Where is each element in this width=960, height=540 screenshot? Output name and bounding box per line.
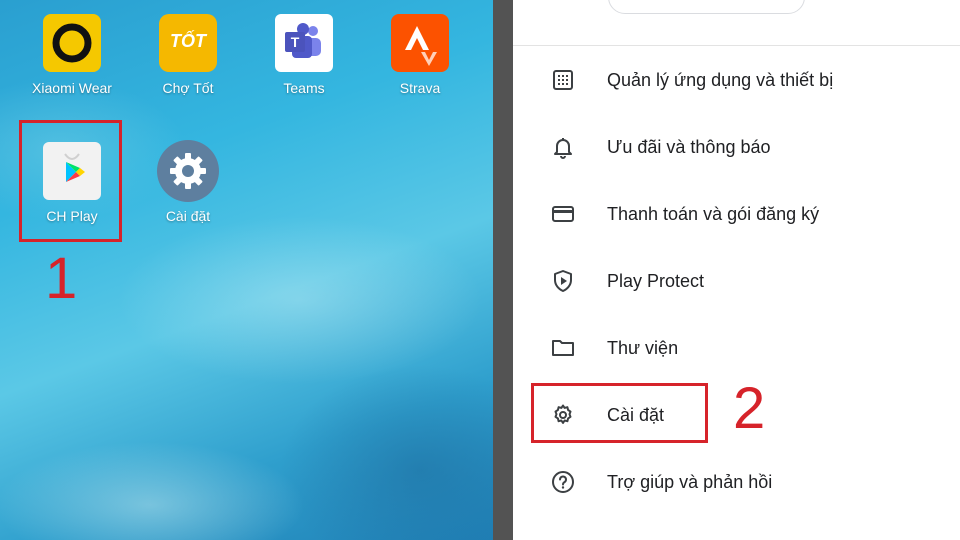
app-label: Chợ Tốt	[162, 80, 214, 96]
app-label: Xiaomi Wear	[32, 80, 112, 96]
step-number-2: 2	[733, 376, 766, 441]
settings-highlight-box	[531, 383, 708, 443]
folder-icon	[552, 340, 574, 356]
teams-icon: T	[275, 14, 333, 72]
menu-divider	[513, 45, 960, 46]
menu-item-label: Thư viện	[607, 337, 679, 358]
apps-grid-icon	[553, 70, 573, 90]
menu-item-payments[interactable]: Thanh toán và gói đăng ký	[513, 184, 960, 244]
menu-item-label: Thanh toán và gói đăng ký	[607, 203, 820, 224]
strava-icon	[391, 14, 449, 72]
app-label: Cài đặt	[165, 208, 211, 224]
step-number-1: 1	[45, 246, 78, 311]
menu-item-play-protect[interactable]: Play Protect	[513, 251, 960, 311]
app-strava[interactable]: Strava	[370, 14, 470, 96]
cho-tot-icon: TỐT	[159, 14, 217, 72]
credit-card-icon	[552, 206, 574, 222]
app-label: Strava	[399, 80, 441, 96]
xiaomi-wear-icon	[43, 14, 101, 72]
home-screen: Xiaomi Wear TỐT Chợ Tốt T Teams Strava C…	[0, 0, 493, 540]
settings-gear-icon	[157, 140, 219, 202]
play-store-menu: Quản lý ứng dụng và thiết bị Ưu đãi và t…	[513, 0, 960, 540]
app-cho-tot[interactable]: TỐT Chợ Tốt	[138, 14, 238, 96]
menu-item-label: Trợ giúp và phản hồi	[607, 471, 773, 492]
menu-item-offers[interactable]: Ưu đãi và thông báo	[513, 117, 960, 177]
menu-item-library[interactable]: Thư viện	[513, 318, 960, 378]
menu-item-label: Quản lý ứng dụng và thiết bị	[607, 69, 834, 90]
shield-play-icon	[554, 270, 572, 292]
account-search-pill[interactable]	[608, 0, 805, 14]
cho-tot-logo-text: TỐT	[170, 31, 206, 51]
panel-divider	[493, 0, 513, 540]
menu-item-help[interactable]: Trợ giúp và phản hồi	[513, 452, 960, 512]
app-settings[interactable]: Cài đặt	[138, 140, 238, 224]
app-xiaomi-wear[interactable]: Xiaomi Wear	[22, 14, 122, 96]
bell-icon	[554, 138, 572, 159]
help-circle-icon	[552, 471, 574, 493]
svg-text:T: T	[291, 34, 300, 50]
app-label: Teams	[283, 80, 325, 96]
app-teams[interactable]: T Teams	[254, 14, 354, 96]
menu-item-label: Play Protect	[607, 270, 705, 291]
menu-item-manage-apps[interactable]: Quản lý ứng dụng và thiết bị	[513, 50, 960, 110]
ch-play-highlight-box	[19, 120, 122, 242]
menu-item-label: Ưu đãi và thông báo	[607, 136, 771, 157]
